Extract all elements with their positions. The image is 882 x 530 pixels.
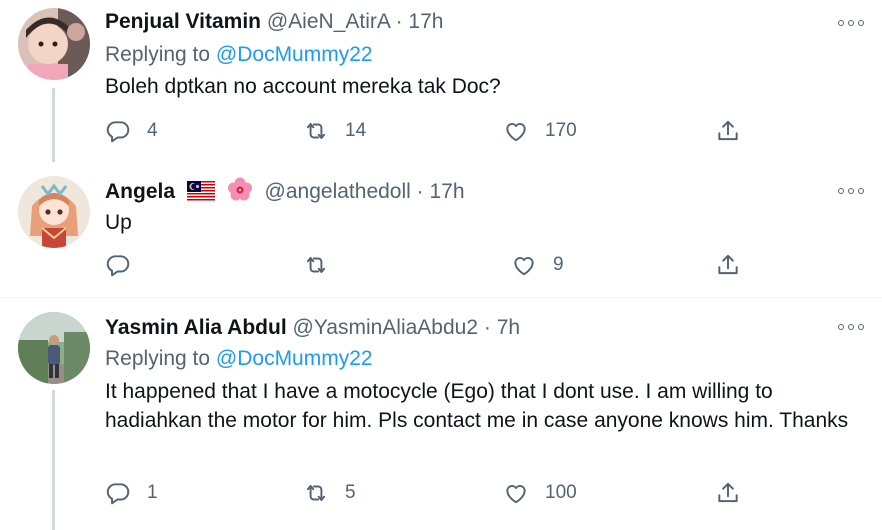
- reply-button[interactable]: [105, 250, 147, 280]
- reply-count: 4: [147, 120, 158, 141]
- tweet-2[interactable]: Angela @angelathedoll · 17h Up 9: [0, 162, 882, 296]
- timestamp[interactable]: · 7h: [484, 316, 520, 339]
- mention-link[interactable]: @DocMummy22: [216, 43, 373, 66]
- tweet-1[interactable]: Penjual Vitamin @AieN_AtirA · 17h Replyi…: [0, 0, 882, 162]
- user-handle[interactable]: @YasminAliaAbdu2: [293, 316, 479, 339]
- tweet-actions: 9: [105, 250, 755, 280]
- retweet-count: 14: [345, 120, 367, 141]
- replying-to: Replying to @DocMummy22: [105, 346, 373, 372]
- reply-button[interactable]: 1: [105, 478, 158, 508]
- share-button[interactable]: [715, 478, 741, 508]
- more-options-icon[interactable]: [838, 18, 864, 28]
- reply-icon: [106, 483, 130, 505]
- replying-to-label: Replying to: [105, 347, 211, 370]
- like-button[interactable]: 100: [503, 478, 577, 508]
- replying-to-label: Replying to: [105, 43, 211, 66]
- like-button[interactable]: 170: [503, 116, 577, 146]
- user-handle[interactable]: @angelathedoll: [265, 180, 411, 203]
- reply-button[interactable]: 4: [105, 116, 158, 146]
- reply-icon: [106, 121, 130, 143]
- share-icon: [718, 482, 738, 503]
- reply-icon: [106, 255, 130, 277]
- avatar[interactable]: [18, 312, 90, 384]
- flag-malaysia-icon: [186, 181, 215, 208]
- avatar[interactable]: [18, 176, 90, 248]
- display-name[interactable]: Penjual Vitamin: [105, 10, 261, 33]
- share-button[interactable]: [715, 116, 741, 146]
- retweet-button[interactable]: 14: [303, 116, 366, 146]
- more-options-icon[interactable]: [838, 322, 864, 332]
- mention-link[interactable]: @DocMummy22: [216, 347, 373, 370]
- retweet-icon: [306, 256, 326, 274]
- retweet-count: 5: [345, 482, 356, 503]
- tweet-actions: 1 5 100: [105, 478, 755, 508]
- tweet-3[interactable]: Yasmin Alia Abdul @YasminAliaAbdu2 · 7h …: [0, 298, 882, 530]
- tweet-header: Angela @angelathedoll · 17h: [105, 177, 465, 208]
- retweet-button[interactable]: [303, 250, 345, 280]
- share-button[interactable]: [715, 250, 741, 280]
- display-name[interactable]: Yasmin Alia Abdul: [105, 316, 287, 339]
- avatar[interactable]: [18, 8, 90, 80]
- hibiscus-icon: [227, 177, 253, 208]
- reply-count: 1: [147, 482, 158, 503]
- like-count: 9: [553, 254, 564, 275]
- heart-icon: [506, 123, 526, 142]
- display-name[interactable]: Angela: [105, 180, 175, 203]
- tweet-actions: 4 14 170: [105, 116, 755, 146]
- share-icon: [718, 254, 738, 275]
- thread-line: [52, 390, 55, 530]
- tweet-text: Boleh dptkan no account mereka tak Doc?: [105, 75, 501, 98]
- replying-to: Replying to @DocMummy22: [105, 42, 373, 68]
- timestamp[interactable]: · 17h: [396, 10, 444, 33]
- like-button[interactable]: 9: [511, 250, 564, 280]
- more-options-icon[interactable]: [838, 186, 864, 196]
- timestamp[interactable]: · 17h: [417, 180, 465, 203]
- share-icon: [718, 120, 738, 141]
- retweet-icon: [306, 122, 326, 140]
- retweet-button[interactable]: 5: [303, 478, 356, 508]
- user-handle[interactable]: @AieN_AtirA: [267, 10, 390, 33]
- tweet-text: It happened that I have a motocycle (Ego…: [105, 380, 849, 432]
- heart-icon: [506, 485, 526, 504]
- thread-line: [52, 88, 55, 162]
- tweet-header: Penjual Vitamin @AieN_AtirA · 17h: [105, 9, 443, 35]
- like-count: 100: [545, 482, 577, 503]
- heart-icon: [514, 257, 534, 276]
- retweet-icon: [306, 484, 326, 502]
- tweet-header: Yasmin Alia Abdul @YasminAliaAbdu2 · 7h: [105, 315, 520, 341]
- tweet-text: Up: [105, 211, 132, 234]
- like-count: 170: [545, 120, 577, 141]
